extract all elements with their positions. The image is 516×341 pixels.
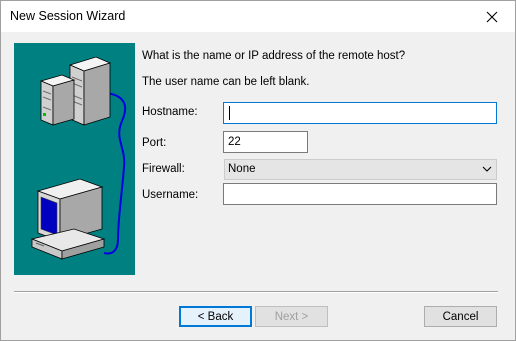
window-title: New Session Wizard (10, 9, 126, 23)
back-button[interactable]: < Back (179, 306, 252, 327)
chevron-down-icon (482, 166, 492, 172)
hostname-input[interactable] (223, 102, 497, 124)
network-computers-icon (30, 56, 127, 260)
wizard-window: New Session Wizard What is the name or I… (0, 0, 516, 341)
title-bar[interactable]: New Session Wizard (1, 1, 515, 32)
port-input[interactable] (223, 131, 308, 153)
hostname-label: Hostname: (142, 106, 198, 118)
close-icon (486, 11, 498, 22)
username-label: Username: (142, 189, 199, 201)
prompt-question: What is the name or IP address of the re… (142, 50, 406, 62)
firewall-select[interactable]: None (224, 159, 497, 180)
button-separator (14, 291, 498, 293)
cancel-button[interactable]: Cancel (424, 306, 497, 327)
wizard-illustration (14, 43, 135, 275)
close-button[interactable] (469, 1, 515, 32)
firewall-select-value: None (228, 163, 256, 175)
port-label: Port: (142, 137, 167, 149)
firewall-label: Firewall: (142, 163, 185, 175)
username-input[interactable] (223, 183, 497, 205)
text-caret (229, 106, 230, 120)
prompt-note: The user name can be left blank. (142, 76, 310, 88)
next-button[interactable]: Next > (255, 306, 328, 327)
